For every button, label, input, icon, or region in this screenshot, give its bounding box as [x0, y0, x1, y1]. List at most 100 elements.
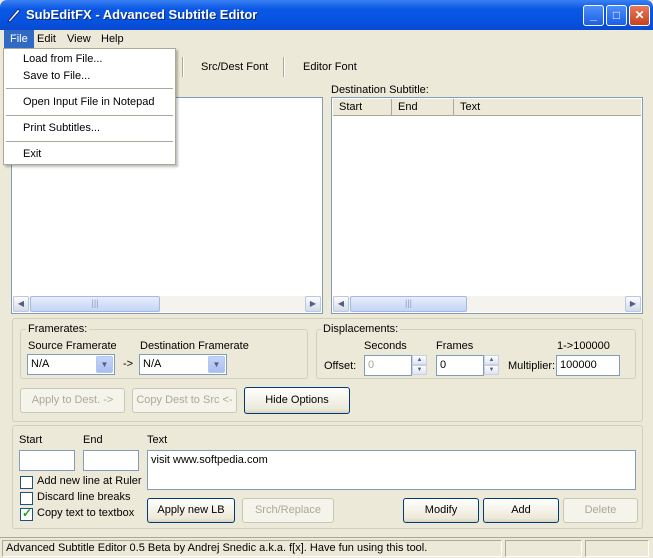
frames-input[interactable]: 0	[436, 355, 484, 376]
scroll-left-button[interactable]: ◀	[13, 296, 29, 312]
menu-separator	[6, 115, 173, 116]
scroll-right-button[interactable]: ▶	[625, 296, 641, 312]
close-icon: ✕	[634, 8, 645, 22]
multiplier-value: 100000	[560, 359, 597, 371]
menu-view[interactable]: View	[61, 30, 97, 48]
framerate-arrow: ->	[123, 358, 134, 370]
menu-bar: File Edit View Help	[4, 30, 649, 48]
frames-value: 0	[440, 359, 447, 371]
text-label: Text	[147, 434, 168, 446]
src-dest-font-button[interactable]: Src/Dest Font	[201, 61, 268, 73]
scroll-right-button[interactable]: ▶	[305, 296, 321, 312]
toolbar-separator	[283, 57, 285, 77]
menu-item-open-in-notepad[interactable]: Open Input File in Notepad	[6, 94, 173, 111]
column-text[interactable]: Text	[454, 99, 643, 115]
spin-up-icon[interactable]: ▲	[412, 355, 427, 365]
spin-down-icon[interactable]: ▼	[412, 365, 427, 375]
copy-dest-to-src-button[interactable]: Copy Dest to Src <-	[132, 388, 237, 413]
close-button[interactable]: ✕	[629, 5, 650, 26]
chevron-right-icon: ▶	[309, 299, 317, 308]
title-bar[interactable]: SubEditFX - Advanced Subtitle Editor _ □…	[0, 0, 653, 30]
subtitle-text-input[interactable]: visit www.softpedia.com	[147, 450, 636, 490]
menu-file[interactable]: File	[4, 30, 34, 48]
source-framerate-value: N/A	[31, 358, 50, 370]
multiplier-label: Multiplier:	[508, 360, 556, 372]
add-new-line-checkbox[interactable]	[20, 476, 33, 489]
column-end[interactable]: End	[392, 99, 454, 115]
chevron-down-icon[interactable]: ▼	[96, 356, 113, 373]
app-icon	[7, 8, 21, 23]
grip-icon: |||	[404, 298, 412, 308]
frames-spinner[interactable]: ▲ ▼	[484, 355, 499, 375]
offset-label: Offset:	[324, 360, 357, 372]
grip-icon: |||	[91, 298, 99, 308]
start-label: Start	[19, 434, 43, 446]
hide-options-button[interactable]: Hide Options	[244, 387, 350, 414]
copy-text-label[interactable]: Copy text to textbox	[37, 507, 134, 519]
status-pane-2	[505, 540, 582, 557]
menu-item-exit[interactable]: Exit	[6, 146, 173, 163]
start-time-input[interactable]	[19, 450, 75, 471]
status-pane-3	[585, 540, 649, 557]
source-framerate-label: Source Framerate	[28, 340, 117, 352]
framerates-group-title: Framerates:	[26, 323, 90, 335]
displacements-group-title: Displacements:	[321, 323, 401, 335]
source-horizontal-scrollbar[interactable]: ◀ ||| ▶	[13, 296, 321, 312]
menu-help[interactable]: Help	[95, 30, 130, 48]
scroll-thumb[interactable]: |||	[30, 296, 160, 312]
file-dropdown-menu: Load from File... Save to File... Open I…	[3, 48, 176, 165]
seconds-value: 0	[368, 359, 375, 371]
scroll-thumb[interactable]: |||	[350, 296, 467, 312]
destination-subtitle-list[interactable]: Start End Text ◀ ||| ▶	[331, 97, 643, 314]
search-replace-button[interactable]: Srch/Replace	[242, 498, 334, 523]
menu-edit[interactable]: Edit	[31, 30, 62, 48]
chevron-left-icon: ◀	[337, 299, 345, 308]
multiplier-input[interactable]: 100000	[556, 355, 620, 376]
scroll-left-button[interactable]: ◀	[333, 296, 349, 312]
status-bar: Advanced Subtitle Editor 0.5 Beta by And…	[0, 537, 653, 558]
seconds-label: Seconds	[364, 340, 407, 352]
end-time-input[interactable]	[83, 450, 139, 471]
maximize-button[interactable]: □	[606, 5, 627, 26]
frames-label: Frames	[436, 340, 474, 352]
apply-to-dest-button[interactable]: Apply to Dest. ->	[20, 388, 125, 413]
seconds-input[interactable]: 0	[364, 355, 412, 376]
menu-item-load-from-file[interactable]: Load from File...	[6, 51, 173, 68]
delete-button[interactable]: Delete	[563, 498, 638, 523]
destination-list-header: Start End Text	[333, 99, 641, 116]
spin-up-icon[interactable]: ▲	[484, 355, 499, 365]
copy-text-checkbox[interactable]	[20, 506, 33, 521]
discard-line-breaks-checkbox[interactable]	[20, 492, 33, 505]
destination-framerate-select[interactable]: N/A ▼	[139, 354, 227, 375]
subtitle-text-value: visit www.softpedia.com	[151, 454, 268, 466]
column-start[interactable]: Start	[333, 99, 392, 115]
add-button[interactable]: Add	[483, 498, 559, 523]
destination-horizontal-scrollbar[interactable]: ◀ ||| ▶	[333, 296, 641, 312]
apply-new-lb-button[interactable]: Apply new LB	[147, 498, 235, 523]
destination-subtitle-label: Destination Subtitle:	[331, 84, 429, 96]
menu-separator	[6, 141, 173, 142]
status-text: Advanced Subtitle Editor 0.5 Beta by And…	[2, 540, 502, 557]
chevron-down-icon[interactable]: ▼	[208, 356, 225, 373]
destination-framerate-label: Destination Framerate	[140, 340, 249, 352]
seconds-spinner[interactable]: ▲ ▼	[412, 355, 427, 375]
chevron-right-icon: ▶	[629, 299, 637, 308]
add-new-line-label[interactable]: Add new line at Ruler	[37, 475, 142, 487]
discard-line-breaks-label[interactable]: Discard line breaks	[37, 491, 131, 503]
chevron-left-icon: ◀	[17, 299, 25, 308]
multiplier-range-label: 1->100000	[557, 340, 610, 352]
menu-separator	[6, 88, 173, 89]
source-framerate-select[interactable]: N/A ▼	[27, 354, 115, 375]
window-title: SubEditFX - Advanced Subtitle Editor	[26, 7, 258, 22]
toolbar-separator	[182, 57, 184, 77]
minimize-button[interactable]: _	[583, 5, 604, 26]
editor-font-button[interactable]: Editor Font	[303, 61, 357, 73]
maximize-icon: □	[612, 8, 621, 22]
menu-item-save-to-file[interactable]: Save to File...	[6, 68, 173, 85]
menu-item-print-subtitles[interactable]: Print Subtitles...	[6, 120, 173, 137]
end-label: End	[83, 434, 103, 446]
modify-button[interactable]: Modify	[403, 498, 479, 523]
minimize-icon: _	[590, 8, 597, 22]
destination-framerate-value: N/A	[143, 358, 162, 370]
spin-down-icon[interactable]: ▼	[484, 365, 499, 375]
